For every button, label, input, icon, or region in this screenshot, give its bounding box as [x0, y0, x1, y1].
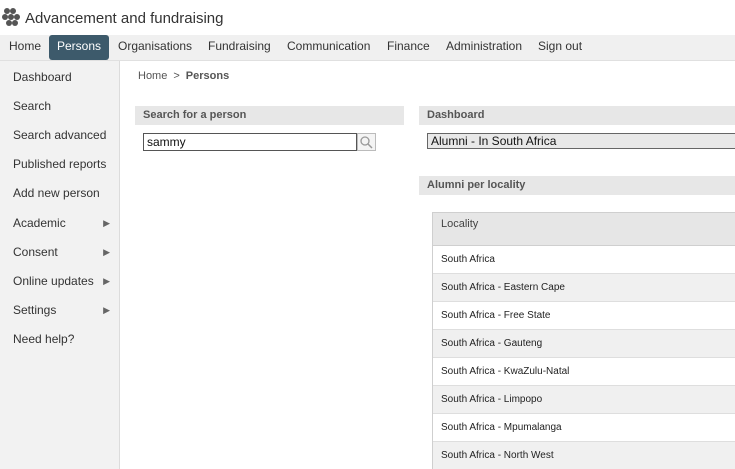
- table-row[interactable]: South Africa - Gauteng: [433, 330, 735, 358]
- chevron-right-icon: ▶: [103, 247, 110, 257]
- breadcrumb: Home > Persons: [138, 70, 229, 82]
- nav-administration[interactable]: Administration: [438, 35, 530, 60]
- top-nav: Home Persons Organisations Fundraising C…: [0, 35, 735, 61]
- chevron-right-icon: ▶: [103, 305, 110, 315]
- dashboard-panel-title: Dashboard: [419, 106, 735, 125]
- sidebar-item-online-updates[interactable]: Online updates ▶: [0, 269, 119, 293]
- table-row[interactable]: South Africa - Eastern Cape: [433, 274, 735, 302]
- table-row[interactable]: South Africa: [433, 246, 735, 274]
- app-title: Advancement and fundraising: [25, 10, 224, 27]
- search-input[interactable]: sammy: [143, 133, 357, 151]
- table-row[interactable]: South Africa - Mpumalanga: [433, 414, 735, 442]
- table-row[interactable]: South Africa - North West: [433, 442, 735, 469]
- sidebar: Dashboard Search Search advanced Publish…: [0, 61, 120, 469]
- chevron-right-icon: ▶: [103, 276, 110, 286]
- search-button[interactable]: [357, 133, 376, 151]
- sidebar-item-need-help[interactable]: Need help?: [0, 327, 119, 351]
- nav-finance[interactable]: Finance: [379, 35, 438, 60]
- breadcrumb-home[interactable]: Home: [138, 70, 167, 82]
- sidebar-item-search-advanced[interactable]: Search advanced: [0, 123, 119, 147]
- table-row[interactable]: South Africa - Limpopo: [433, 386, 735, 414]
- breadcrumb-separator: >: [173, 70, 180, 82]
- sidebar-item-settings[interactable]: Settings ▶: [0, 298, 119, 322]
- nav-sign-out[interactable]: Sign out: [530, 35, 590, 60]
- title-bar: Advancement and fundraising: [0, 0, 735, 35]
- search-panel-title: Search for a person: [135, 106, 404, 125]
- locality-table: Locality South Africa South Africa - Eas…: [432, 212, 735, 469]
- table-row[interactable]: South Africa - KwaZulu-Natal: [433, 358, 735, 386]
- nav-home[interactable]: Home: [1, 35, 49, 60]
- locality-panel-title: Alumni per locality: [419, 176, 735, 195]
- nav-organisations[interactable]: Organisations: [110, 35, 200, 60]
- dashboard-select[interactable]: Alumni - In South Africa: [427, 133, 735, 149]
- sidebar-item-add-new-person[interactable]: Add new person: [0, 181, 119, 205]
- sidebar-item-academic[interactable]: Academic ▶: [0, 211, 119, 235]
- table-header-locality[interactable]: Locality: [433, 212, 735, 246]
- app-logo-icon: [2, 8, 20, 26]
- chevron-right-icon: ▶: [103, 218, 110, 228]
- nav-persons[interactable]: Persons: [49, 35, 110, 60]
- table-row[interactable]: South Africa - Free State: [433, 302, 735, 330]
- breadcrumb-current: Persons: [185, 70, 230, 82]
- sidebar-item-search[interactable]: Search: [0, 94, 119, 118]
- nav-fundraising[interactable]: Fundraising: [200, 35, 279, 60]
- sidebar-item-dashboard[interactable]: Dashboard: [0, 65, 119, 89]
- sidebar-item-published-reports[interactable]: Published reports: [0, 152, 119, 176]
- magnifier-icon: [360, 136, 373, 149]
- sidebar-item-consent[interactable]: Consent ▶: [0, 240, 119, 264]
- nav-communication[interactable]: Communication: [279, 35, 378, 60]
